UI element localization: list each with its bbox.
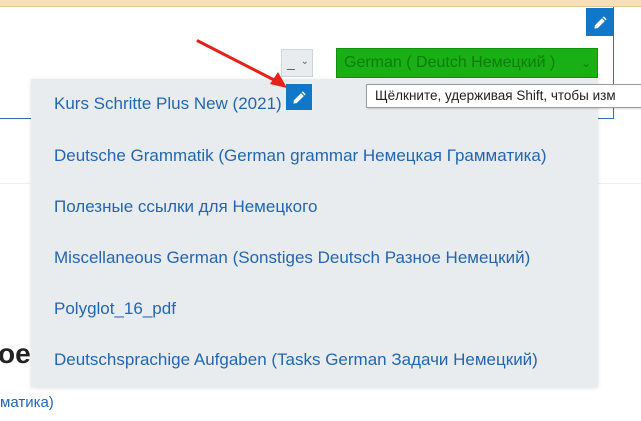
dropdown-item[interactable]: Полезные ссылки для Немецкого <box>54 197 317 217</box>
background-link[interactable]: матика) <box>0 394 54 411</box>
dropdown-item[interactable]: Kurs Schritte Plus New (2021) <box>54 94 282 114</box>
edit-button-top[interactable] <box>586 8 614 36</box>
dropdown-item[interactable]: Deutschsprachige Aufgaben (Tasks German … <box>54 350 538 370</box>
background-heading: oe <box>0 338 31 369</box>
dropdown-item[interactable]: Polyglot_16_pdf <box>54 299 176 319</box>
shift-click-tooltip: Щёлкните, удерживая Shift, чтобы изм <box>366 84 641 108</box>
language-select[interactable]: German ( Deutch Немецкий ) ⌄ <box>336 48 598 78</box>
dropdown-item[interactable]: Miscellaneous German (Sonstiges Deutsch … <box>54 248 530 268</box>
chevron-down-icon: ⌄ <box>300 56 309 67</box>
red-arrow-annotation <box>196 39 287 88</box>
dropdown-item[interactable]: Deutsche Grammatik (German grammar Немец… <box>54 146 547 166</box>
top-banner-stripe <box>0 0 641 7</box>
pencil-icon <box>593 15 607 29</box>
category-dropdown-menu: Kurs Schritte Plus New (2021) Deutsche G… <box>31 79 598 387</box>
chevron-down-icon: ⌄ <box>580 56 591 70</box>
language-select-value: German ( Deutch Немецкий ) <box>344 54 556 71</box>
